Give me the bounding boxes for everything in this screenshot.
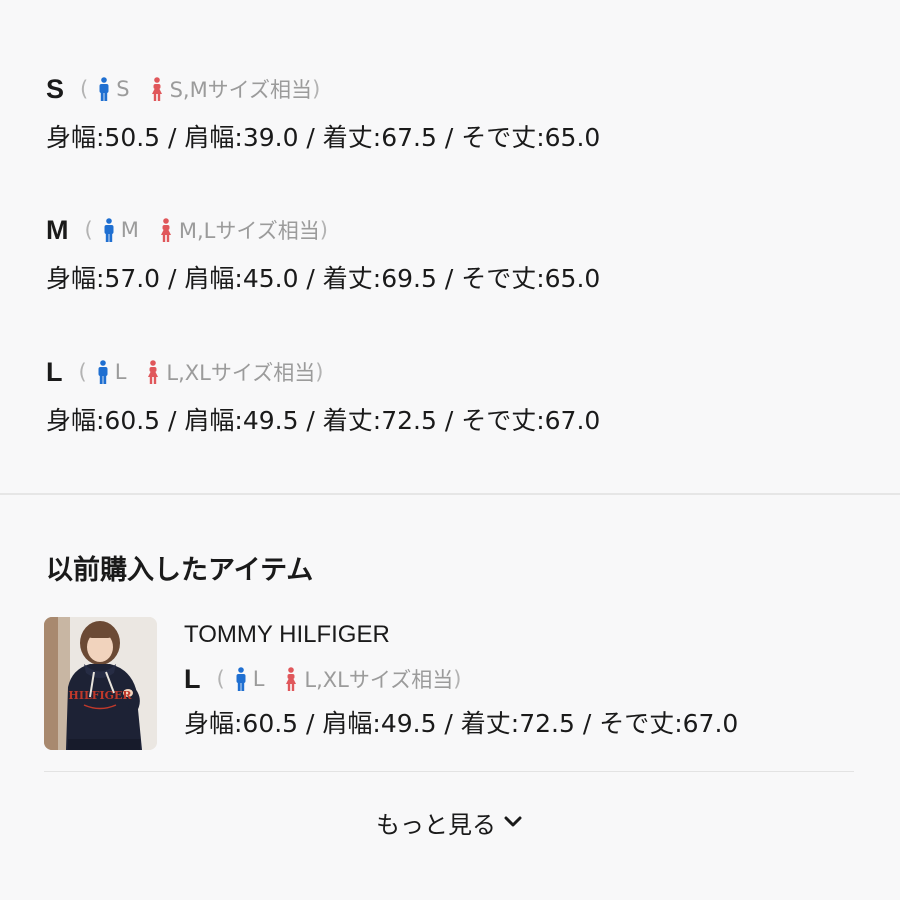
product-thumbnail[interactable]: HILFIGER bbox=[44, 617, 157, 750]
size-label: L bbox=[184, 663, 201, 694]
man-icon bbox=[104, 218, 114, 242]
size-measurements: 身幅:57.0 / 肩幅:45.0 / 着丈:69.5 / そで丈:65.0 bbox=[46, 264, 601, 293]
womens-fit: L,XLサイズ相当 bbox=[146, 357, 315, 387]
size-header: L ( L L,XLサイズ相当) bbox=[46, 355, 600, 389]
man-icon bbox=[236, 667, 246, 691]
womens-fit: L,XLサイズ相当 bbox=[284, 664, 453, 694]
mens-fit: L bbox=[97, 360, 127, 384]
paren-close: ) bbox=[312, 77, 321, 101]
woman-icon bbox=[160, 218, 171, 242]
size-label: L bbox=[46, 356, 63, 387]
womens-fit: M,Lサイズ相当 bbox=[159, 215, 320, 245]
size-block-m: M ( M M,Lサイズ相当) 身幅:57.0 / 肩幅:45.0 / 着丈:… bbox=[46, 213, 600, 295]
mens-fit: M bbox=[103, 218, 139, 242]
paren-close: ) bbox=[315, 360, 324, 384]
womens-size-text: S,Mサイズ相当 bbox=[169, 78, 313, 102]
mens-size-text: L bbox=[114, 360, 127, 384]
size-label: M bbox=[46, 214, 69, 245]
size-block-s: S ( S S,Mサイズ相当) 身幅:50.5 / 肩幅:39.0 / 着丈:… bbox=[46, 72, 600, 154]
hoodie-graphic: HILFIGER bbox=[68, 689, 132, 702]
previous-purchases-title: 以前購入したアイテム bbox=[46, 555, 314, 586]
size-measurements: 身幅:50.5 / 肩幅:39.0 / 着丈:67.5 / そで丈:65.0 bbox=[46, 123, 601, 152]
man-icon bbox=[99, 77, 109, 101]
show-more-label: もっと見る bbox=[376, 810, 496, 839]
size-measurements: 身幅:60.5 / 肩幅:49.5 / 着丈:72.5 / そで丈:67.0 bbox=[46, 406, 601, 435]
paren-close: ) bbox=[453, 667, 462, 691]
product-brand: TOMMY HILFIGER bbox=[184, 621, 390, 648]
mens-size-text: M bbox=[120, 218, 139, 242]
paren-close: ) bbox=[319, 218, 328, 242]
chevron-down-icon bbox=[502, 811, 524, 833]
paren-open: ( bbox=[84, 218, 93, 242]
product-photo: HILFIGER bbox=[44, 617, 157, 750]
mens-size-text: S bbox=[116, 77, 130, 101]
paren-open: ( bbox=[78, 360, 87, 384]
womens-fit: S,Mサイズ相当 bbox=[150, 74, 313, 104]
womens-size-text: L,XLサイズ相当 bbox=[166, 361, 316, 385]
size-label: S bbox=[46, 73, 65, 104]
show-more-button[interactable]: もっと見る bbox=[0, 800, 900, 844]
mens-fit: S bbox=[98, 77, 130, 101]
woman-icon bbox=[286, 667, 297, 691]
womens-size-text: L,XLサイズ相当 bbox=[304, 668, 454, 692]
paren-open: ( bbox=[216, 667, 225, 691]
mens-size-text: L bbox=[252, 667, 265, 691]
size-guide-page: S ( S S,Mサイズ相当) 身幅:50.5 / 肩幅:39.0 / 着丈:… bbox=[0, 0, 900, 900]
product-info[interactable]: TOMMY HILFIGER L ( L L,XLサイズ相当) 身幅:60.5… bbox=[184, 618, 738, 740]
section-divider bbox=[0, 493, 900, 495]
size-header: L ( L L,XLサイズ相当) bbox=[184, 662, 738, 696]
man-icon bbox=[98, 360, 108, 384]
woman-icon bbox=[148, 360, 159, 384]
size-measurements: 身幅:60.5 / 肩幅:49.5 / 着丈:72.5 / そで丈:67.0 bbox=[184, 709, 739, 738]
size-block-l: L ( L L,XLサイズ相当) 身幅:60.5 / 肩幅:49.5 / 着丈… bbox=[46, 355, 600, 437]
paren-open: ( bbox=[80, 77, 89, 101]
womens-size-text: M,Lサイズ相当 bbox=[178, 219, 320, 243]
item-divider bbox=[44, 771, 854, 772]
woman-icon bbox=[151, 77, 162, 101]
size-header: M ( M M,Lサイズ相当) bbox=[46, 213, 600, 247]
mens-fit: L bbox=[235, 667, 265, 691]
size-header: S ( S S,Mサイズ相当) bbox=[46, 72, 600, 106]
